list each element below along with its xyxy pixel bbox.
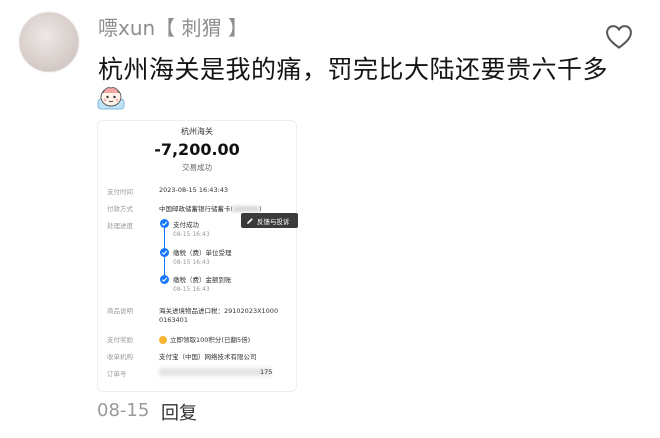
step-check-icon: [160, 275, 169, 284]
step-time: 08-15 16:43: [173, 286, 210, 293]
comment-text: 杭州海关是我的痛，罚完比大陆还要贵六千多: [98, 55, 609, 84]
comment-date: 08-15: [97, 400, 150, 421]
reply-button[interactable]: 回复: [161, 399, 197, 425]
step-label: 缴税（费）金额到账: [173, 276, 232, 284]
coin-icon: [159, 336, 167, 344]
receipt-amount: -7,200.00: [154, 140, 240, 159]
reward-label: 支付奖励: [107, 336, 133, 344]
pay-time-value: 2023-08-15 16:43:43: [159, 186, 229, 194]
pay-method-value: 中国邮政储蓄银行储蓄卡(): [159, 203, 262, 213]
order-suffix: 175: [260, 368, 273, 376]
desc-line1: 海关进境物品进口税：29102023X1000: [159, 307, 279, 315]
feedback-label: 反馈与投诉: [257, 217, 290, 226]
username[interactable]: 嘌xun【 刺猬 】: [98, 12, 248, 41]
receipt-status: 交易成功: [182, 163, 212, 172]
avatar[interactable]: [19, 12, 79, 72]
pencil-icon: [247, 217, 253, 224]
pay-time-label: 支付时间: [107, 188, 133, 196]
desc-line2: 0163401: [159, 316, 188, 324]
payment-receipt-image[interactable]: 杭州海关 -7,200.00 交易成功 支付时间 2023-08-15 16:4…: [97, 120, 297, 392]
pay-method-suffix: ): [259, 205, 262, 213]
payee-value: 支付宝（中国）网络技术有限公司: [159, 353, 257, 361]
step-check-icon: [160, 248, 169, 257]
progress-label: 处理进度: [107, 222, 133, 230]
order-label: 订单号: [107, 370, 127, 378]
pay-method-text: 中国邮政储蓄银行储蓄卡(: [159, 205, 234, 213]
step-time: 08-15 16:43: [173, 231, 210, 238]
heart-outline-icon[interactable]: [604, 22, 634, 52]
pay-method-label: 付款方式: [107, 205, 133, 213]
step-label: 缴税（费）单位受理: [173, 249, 232, 257]
redacted-order-number: [159, 368, 271, 376]
step-time: 08-15 16:43: [173, 259, 210, 266]
step-label: 支付成功: [173, 221, 199, 229]
desc-label: 商品说明: [107, 307, 133, 315]
redacted-card-number: [233, 206, 260, 212]
payee-label: 收单机构: [107, 353, 133, 361]
step-check-icon: [160, 219, 169, 228]
cartoon-sticker-icon: [97, 87, 125, 110]
reward-link[interactable]: 立即领取100积分(已翻5倍): [159, 334, 250, 344]
feedback-button[interactable]: 反馈与投诉: [241, 213, 298, 228]
receipt-merchant: 杭州海关: [181, 127, 213, 136]
reward-text: 立即领取100积分(已翻5倍): [170, 336, 251, 344]
